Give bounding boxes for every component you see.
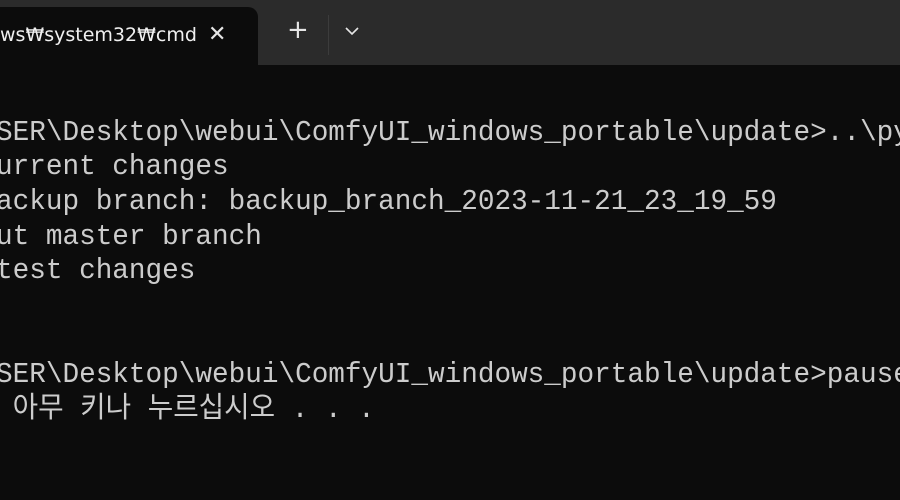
terminal-line: 아무 키나 누르십시오 . . . [0,394,375,427]
terminal-line: urrent changes [0,151,229,184]
terminal-output[interactable]: SER\Desktop\webui\ComfyUI_windows_portab… [0,65,900,500]
terminal-line: SER\Desktop\webui\ComfyUI_windows_portab… [0,117,900,150]
terminal-line: SER\Desktop\webui\ComfyUI_windows_portab… [0,359,900,392]
terminal-line: test changes [0,255,196,288]
title-bar: ws₩system32₩cmd ✕ + [0,0,900,65]
chevron-down-icon[interactable] [343,22,361,41]
close-icon[interactable]: ✕ [208,22,226,47]
terminal-line: ut master branch [0,221,262,254]
tab-title: ws₩system32₩cmd [0,24,197,46]
plus-icon[interactable]: + [287,17,309,43]
divider [328,15,329,55]
terminal-line: ackup branch: backup_branch_2023-11-21_2… [0,186,777,219]
tab-cmd[interactable]: ws₩system32₩cmd ✕ [0,7,258,65]
